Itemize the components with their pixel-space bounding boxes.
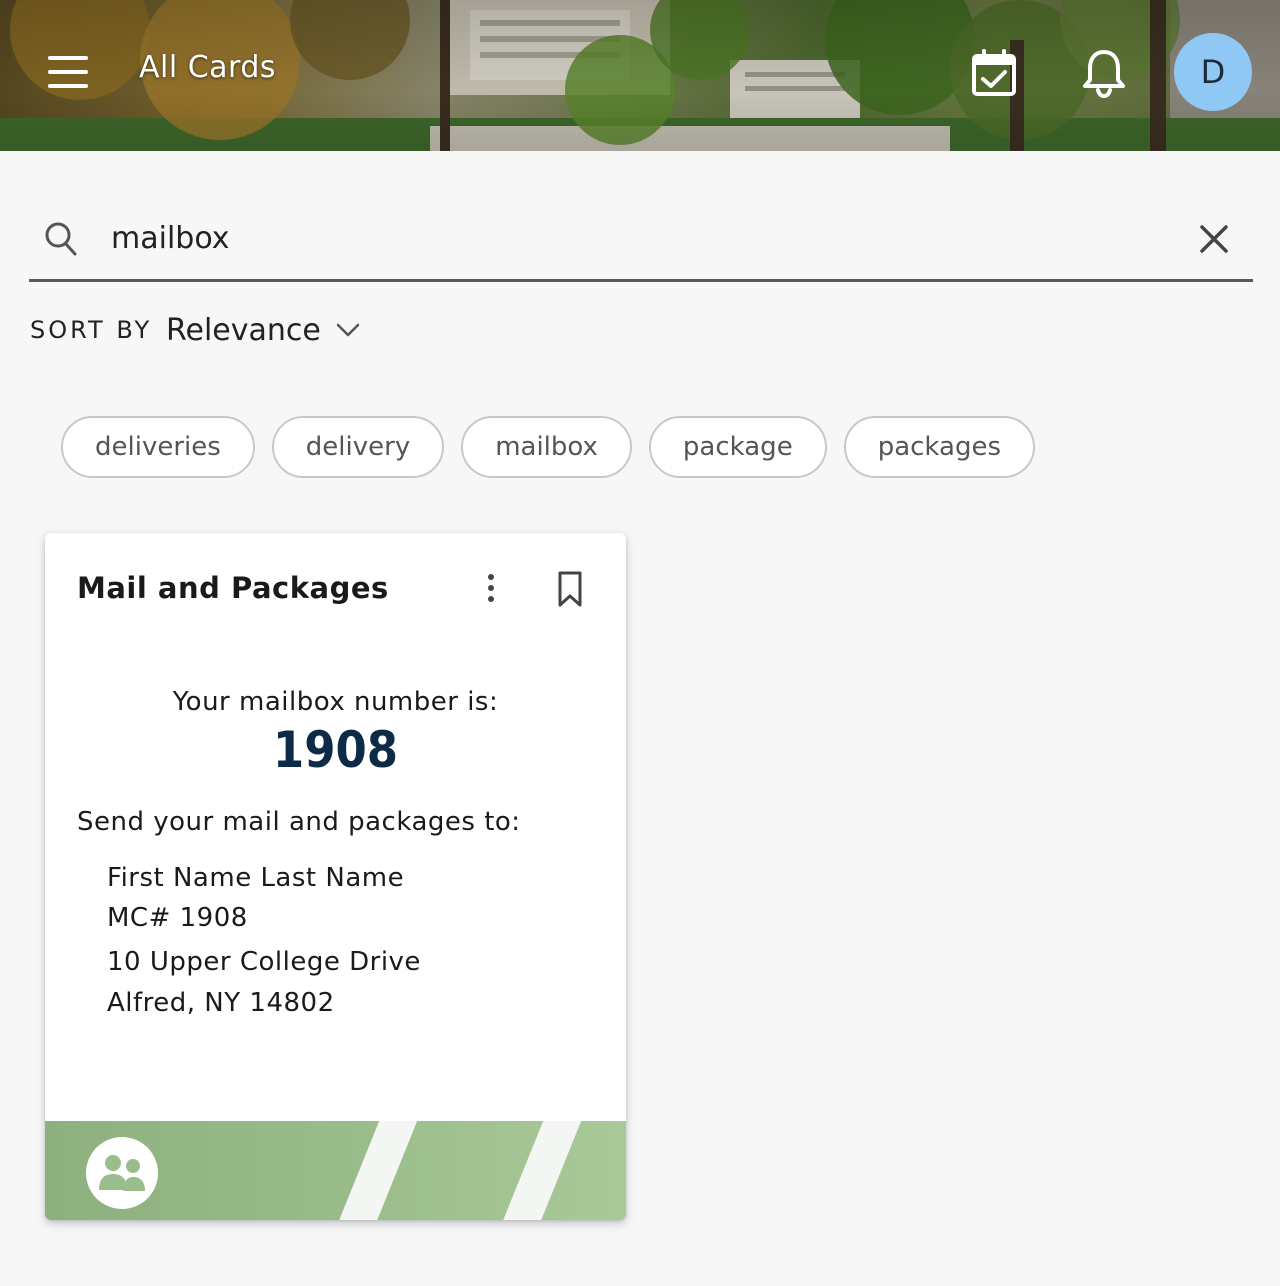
sort-dropdown[interactable]: Relevance: [166, 310, 361, 350]
tag-chips: deliveries delivery mailbox package pack…: [61, 416, 1035, 478]
mailbox-number: 1908: [272, 721, 399, 779]
sort-selected-value: Relevance: [166, 312, 321, 348]
close-icon[interactable]: [1197, 222, 1231, 256]
address-city: Alfred, NY 14802: [107, 988, 335, 1018]
address-mc-number: MC# 1908: [107, 903, 248, 933]
sort-label: SORT BY: [30, 316, 153, 344]
send-instructions: Send your mail and packages to:: [77, 807, 521, 837]
bookmark-icon[interactable]: [553, 569, 587, 609]
more-options-icon[interactable]: [477, 569, 505, 607]
search-icon: [45, 222, 77, 256]
address-name: First Name Last Name: [107, 863, 405, 893]
address-street: 10 Upper College Drive: [107, 947, 421, 977]
mailbox-number-label: Your mailbox number is:: [172, 687, 499, 717]
calendar-check-icon: [972, 49, 1016, 96]
mail-packages-card: Mail and Packages Your mailbox number is…: [45, 533, 626, 1220]
menu-button[interactable]: [44, 50, 92, 94]
search-input[interactable]: [111, 216, 1171, 260]
chevron-down-icon: [336, 323, 360, 337]
page-title: All Cards: [139, 50, 277, 85]
search-bar: [29, 198, 1253, 282]
chip-delivery[interactable]: delivery: [271, 416, 445, 478]
card-footer: [45, 1121, 626, 1220]
chip-mailbox[interactable]: mailbox: [461, 416, 632, 478]
footer-stripe: [494, 1121, 586, 1220]
chip-package[interactable]: package: [648, 416, 827, 478]
chip-packages[interactable]: packages: [843, 416, 1035, 478]
chip-deliveries[interactable]: deliveries: [61, 416, 255, 478]
bell-icon: [1083, 50, 1125, 99]
app-header: All Cards D: [0, 0, 1280, 151]
user-avatar[interactable]: D: [1174, 33, 1252, 111]
footer-stripe: [330, 1121, 422, 1220]
calendar-button[interactable]: [968, 46, 1020, 100]
group-users-icon[interactable]: [85, 1136, 159, 1210]
notifications-button[interactable]: [1078, 46, 1130, 100]
card-title: Mail and Packages: [77, 571, 389, 605]
hamburger-menu-icon: [48, 56, 88, 88]
